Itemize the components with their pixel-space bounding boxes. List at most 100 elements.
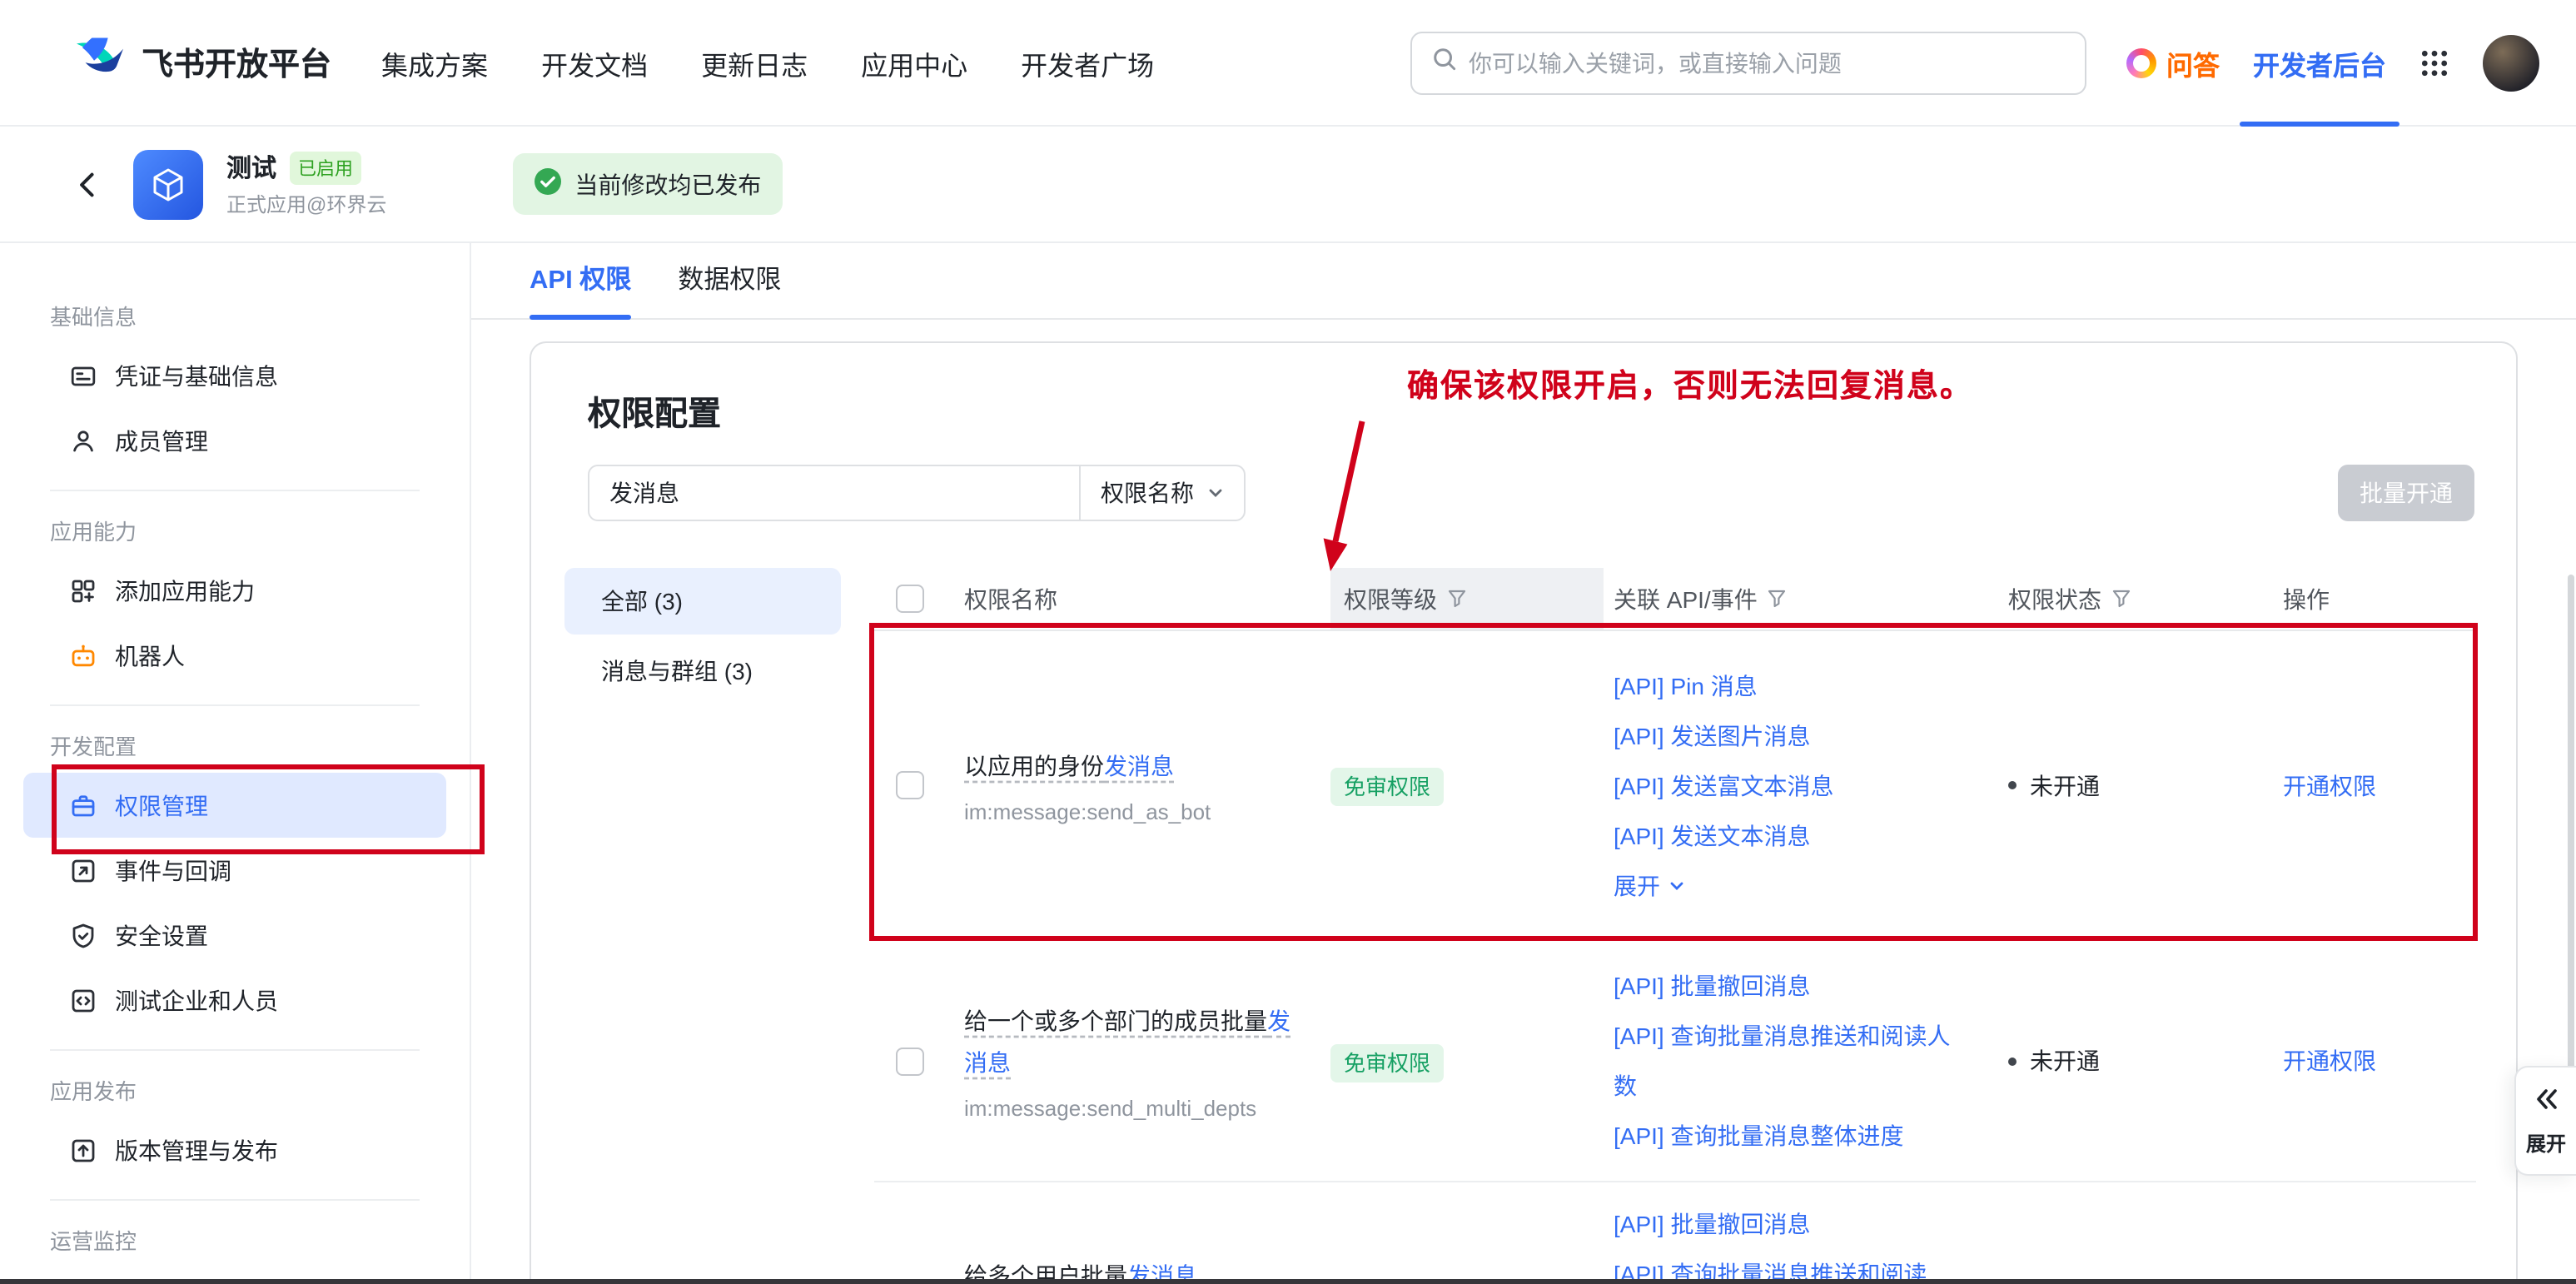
category-filter: 全部 (3) 消息与群组 (3): [564, 568, 841, 1284]
developer-console-tab[interactable]: 开发者后台: [2253, 0, 2386, 126]
api-link[interactable]: [API] 发送文本消息: [1614, 810, 1953, 860]
row-checkbox[interactable]: [896, 1047, 924, 1075]
feishu-logo-icon: [73, 35, 127, 90]
qa-link[interactable]: 问答: [2126, 42, 2220, 82]
row-checkbox[interactable]: [896, 771, 924, 799]
primary-nav: 集成方案 开发文档 更新日志 应用中心 开发者广场: [381, 42, 1154, 82]
expand-apis-link[interactable]: 展开: [1614, 860, 1953, 910]
sidebar-item-members[interactable]: 成员管理: [23, 408, 446, 473]
sidebar-item-credentials[interactable]: 凭证与基础信息: [23, 343, 446, 408]
shield-check-icon: [70, 922, 97, 948]
api-link[interactable]: [API] 发送图片消息: [1614, 710, 1953, 760]
apps-grid-icon[interactable]: [2419, 47, 2449, 77]
permission-config-card: 权限配置 权限名称 批量开通 全部 (3) 消息与群组 (3): [530, 341, 2518, 1284]
chevron-down-icon: [1207, 480, 1224, 506]
side-panel-expand-button[interactable]: 展开: [2514, 1066, 2576, 1176]
api-link[interactable]: [API] 批量撤回消息: [1614, 1199, 1953, 1249]
tab-data-permissions[interactable]: 数据权限: [678, 260, 781, 318]
level-badge: 免审权限: [1330, 1043, 1444, 1082]
table-row: 给一个或多个部门的成员批量发消息 im:message:send_multi_d…: [874, 941, 2476, 1182]
api-link[interactable]: [API] 查询批量消息整体进度: [1614, 1111, 1953, 1161]
status-cell: 未开通: [2003, 1044, 2270, 1077]
topnav-right-group: 问答 开发者后台: [2126, 0, 2539, 126]
api-link[interactable]: [API] 查询批量消息推送和阅读人数: [1614, 1011, 1953, 1111]
sidebar-item-add-capability[interactable]: 添加应用能力: [23, 558, 446, 623]
status-cell: 未开通: [2003, 769, 2270, 802]
sidebar-divider: [50, 1199, 420, 1201]
nav-item-changelog[interactable]: 更新日志: [701, 42, 808, 82]
sidebar-divider: [50, 704, 420, 706]
list-area: 全部 (3) 消息与群组 (3) 权限名称 权限等级 关联: [564, 568, 2476, 1284]
app-meta: 测试 已启用 正式应用@环界云: [226, 150, 386, 218]
api-link[interactable]: [API] 发送富文本消息: [1614, 760, 1953, 810]
app-icon: [133, 149, 203, 219]
nav-item-docs[interactable]: 开发文档: [541, 42, 648, 82]
filter-icon[interactable]: [1768, 585, 1788, 612]
api-link[interactable]: [API] 批量撤回消息: [1614, 961, 1953, 1011]
check-circle-icon: [535, 168, 561, 200]
upload-square-icon: [70, 1137, 97, 1163]
category-all[interactable]: 全部 (3): [564, 568, 841, 635]
select-all-checkbox[interactable]: [896, 585, 924, 613]
side-panel-expand-label: 展开: [2526, 1128, 2566, 1157]
back-button[interactable]: [67, 162, 110, 206]
header-related-api: 关联 API/事件: [1604, 568, 2003, 630]
sidebar-item-version-release[interactable]: 版本管理与发布: [23, 1117, 446, 1182]
tab-api-permissions[interactable]: API 权限: [530, 260, 631, 318]
id-card-icon: [70, 362, 97, 389]
user-avatar[interactable]: [2483, 34, 2539, 91]
api-link[interactable]: [API] Pin 消息: [1614, 660, 1953, 710]
main-content: API 权限 数据权限 权限配置 权限名称 批量开通: [471, 243, 2576, 1284]
status-dot: [2008, 781, 2017, 789]
header-permission-status: 权限状态: [2003, 568, 2270, 630]
briefcase-icon: [70, 792, 97, 819]
app-header: 测试 已启用 正式应用@环界云 当前修改均已发布: [0, 127, 2576, 243]
qa-icon: [2126, 47, 2156, 77]
sidebar-section-monitoring: 运营监控: [50, 1227, 446, 1257]
toolbar: 权限名称 批量开通: [588, 465, 2474, 521]
logo-text: 飞书开放平台: [142, 40, 331, 85]
table-header-row: 权限名称 权限等级 关联 API/事件 权限状态: [874, 568, 2476, 631]
permission-code: im:message:send_multi_depts: [964, 1096, 1290, 1121]
feishu-logo[interactable]: 飞书开放平台: [73, 35, 331, 90]
page-title: 权限配置: [588, 386, 2459, 435]
double-chevron-left-icon: [2533, 1085, 2559, 1120]
app-type-label: 正式应用@环界云: [226, 190, 386, 218]
sidebar-section-capabilities: 应用能力: [50, 518, 446, 548]
open-permission-link[interactable]: 开通权限: [2283, 772, 2376, 799]
search-field-dropdown[interactable]: 权限名称: [1081, 465, 1246, 521]
permissions-table: 权限名称 权限等级 关联 API/事件 权限状态: [874, 568, 2476, 1284]
permission-name[interactable]: 给一个或多个部门的成员批量发消息: [964, 1008, 1290, 1076]
global-search-input[interactable]: [1469, 49, 2065, 76]
sidebar-section-basic-info: 基础信息: [50, 303, 446, 333]
event-callback-icon: [70, 857, 97, 883]
batch-open-button[interactable]: 批量开通: [2338, 465, 2474, 521]
sidebar-divider: [50, 1049, 420, 1051]
filter-icon[interactable]: [2111, 585, 2131, 612]
app-name: 测试: [226, 150, 276, 185]
sidebar-item-test-enterprise[interactable]: 测试企业和人员: [23, 968, 446, 1033]
nav-item-developer-plaza[interactable]: 开发者广场: [1021, 42, 1154, 82]
person-icon: [70, 427, 97, 454]
sidebar-item-bot[interactable]: 机器人: [23, 623, 446, 688]
permission-code: im:message:send_as_bot: [964, 799, 1290, 824]
top-navigation: 飞书开放平台 集成方案 开发文档 更新日志 应用中心 开发者广场 问答 开发者后…: [0, 0, 2576, 127]
permission-search-input[interactable]: [588, 465, 1081, 521]
chevron-down-icon: [1668, 860, 1685, 910]
nav-item-app-center[interactable]: 应用中心: [861, 42, 967, 82]
grid-plus-icon: [70, 577, 97, 604]
window-bottom-edge: [0, 1279, 2576, 1284]
global-search-box[interactable]: [1410, 31, 2086, 94]
robot-icon: [70, 642, 97, 669]
sidebar-section-dev-config: 开发配置: [50, 733, 446, 763]
table-row: 给多个用户批量发消息 [API] 批量撤回消息 [API] 查询批量消息推送和阅…: [874, 1182, 2476, 1284]
sidebar-item-permissions[interactable]: 权限管理: [23, 773, 446, 838]
filter-icon[interactable]: [1447, 585, 1467, 612]
sidebar-item-security[interactable]: 安全设置: [23, 903, 446, 968]
permission-name[interactable]: 以应用的身份发消息: [964, 753, 1174, 779]
sidebar-item-events[interactable]: 事件与回调: [23, 838, 446, 903]
nav-item-integrations[interactable]: 集成方案: [381, 42, 488, 82]
enabled-badge: 已启用: [290, 151, 361, 184]
open-permission-link[interactable]: 开通权限: [2283, 1048, 2376, 1074]
category-message-group[interactable]: 消息与群组 (3): [564, 638, 841, 704]
